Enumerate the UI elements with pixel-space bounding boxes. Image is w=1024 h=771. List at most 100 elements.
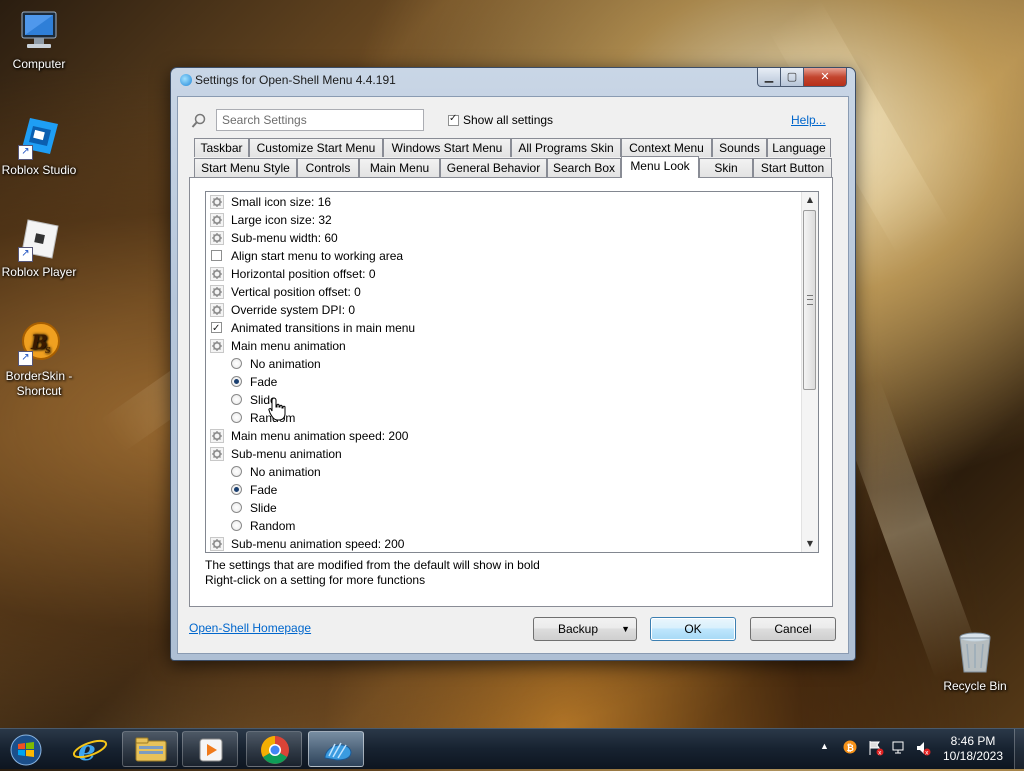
settings-row[interactable]: Sub-menu animation [206, 445, 800, 463]
tab-main-menu[interactable]: Main Menu [359, 158, 440, 177]
scroll-thumb[interactable] [803, 210, 816, 390]
svg-text:x: x [878, 750, 882, 757]
settings-row[interactable]: Slide [206, 499, 800, 517]
settings-row[interactable]: Main menu animation speed: 200 [206, 427, 800, 445]
settings-row[interactable]: Fade [206, 481, 800, 499]
show-hidden-icons-button[interactable]: ▲ [820, 741, 829, 751]
search-icon [191, 113, 207, 129]
tab-all-programs-skin[interactable]: All Programs Skin [511, 138, 621, 157]
tab-customize-start-menu[interactable]: Customize Start Menu [249, 138, 383, 157]
tab-windows-start-menu[interactable]: Windows Start Menu [383, 138, 511, 157]
windows-orb-icon [10, 734, 42, 766]
tab-skin[interactable]: Skin [699, 158, 753, 177]
maximize-button[interactable]: ▢ [780, 68, 804, 87]
show-all-settings-label: Show all settings [463, 113, 554, 127]
title-bar[interactable]: Settings for Open-Shell Menu 4.4.191 ▁ ▢… [171, 68, 855, 92]
start-button[interactable] [4, 731, 44, 767]
taskbar-chrome[interactable] [246, 731, 302, 767]
setting-label: Large icon size: 32 [231, 213, 332, 227]
settings-row[interactable]: Large icon size: 32 [206, 211, 800, 229]
show-all-settings-checkbox[interactable]: Show all settings [448, 113, 553, 127]
setting-label: No animation [250, 465, 321, 479]
tab-controls[interactable]: Controls [297, 158, 359, 177]
setting-radio[interactable] [231, 394, 242, 405]
setting-label: Main menu animation speed: 200 [231, 429, 409, 443]
window-title: Settings for Open-Shell Menu 4.4.191 [195, 73, 396, 87]
setting-radio[interactable] [231, 520, 242, 531]
settings-row[interactable]: No animation [206, 355, 800, 373]
desktop-icon-roblox-player[interactable]: ↗ Roblox Player [0, 216, 78, 280]
backup-button[interactable]: Backup ▼ [533, 617, 637, 641]
shortcut-arrow-icon: ↗ [18, 351, 33, 366]
tab-general-behavior[interactable]: General Behavior [440, 158, 547, 177]
scroll-up-arrow[interactable]: ▲ [802, 192, 818, 208]
setting-gear-icon [210, 195, 224, 209]
tab-start-button[interactable]: Start Button [753, 158, 832, 177]
setting-gear-icon [210, 447, 224, 461]
setting-label: Fade [250, 375, 278, 389]
settings-row[interactable]: Random [206, 517, 800, 535]
tab-taskbar[interactable]: Taskbar [194, 138, 249, 157]
settings-row[interactable]: Animated transitions in main menu [206, 319, 800, 338]
settings-row[interactable]: Horizontal position offset: 0 [206, 265, 800, 283]
desktop-icon-recycle-bin[interactable]: Recycle Bin [936, 630, 1014, 694]
help-link[interactable]: Help... [791, 113, 826, 127]
tab-menu-look[interactable]: Menu Look [621, 156, 699, 178]
settings-row[interactable]: No animation [206, 463, 800, 481]
setting-radio[interactable] [231, 466, 242, 477]
taskbar-media-player[interactable] [182, 731, 238, 767]
tray-network-icon[interactable] [891, 740, 907, 759]
computer-icon [16, 8, 62, 54]
settings-row[interactable]: Random [206, 409, 800, 427]
setting-gear-icon [210, 537, 224, 551]
desktop-icon-roblox-studio[interactable]: ↗ Roblox Studio [0, 114, 78, 178]
setting-radio[interactable] [231, 358, 242, 369]
scroll-down-arrow[interactable]: ▼ [802, 536, 818, 552]
settings-row[interactable]: Sub-menu width: 60 [206, 229, 800, 247]
settings-row[interactable]: Override system DPI: 0 [206, 301, 800, 319]
menu-look-panel: ▲ ▼ Small icon size: 16 Large icon size: … [189, 177, 833, 607]
setting-radio[interactable] [231, 376, 242, 387]
roblox-player-icon: ↗ [16, 216, 62, 262]
settings-row[interactable]: Align start menu to working area [206, 247, 800, 265]
tab-start-menu-style[interactable]: Start Menu Style [194, 158, 297, 177]
tab-search-box[interactable]: Search Box [547, 158, 621, 177]
setting-checkbox[interactable] [211, 250, 222, 261]
desktop-icon-label: Roblox Player [1, 265, 77, 279]
open-shell-homepage-link[interactable]: Open-Shell Homepage [189, 621, 311, 635]
search-settings-input[interactable]: Search Settings [216, 109, 424, 131]
taskbar-clock[interactable]: 8:46 PM 10/18/2023 [940, 734, 1006, 764]
tab-language[interactable]: Language [767, 138, 831, 157]
tray-action-center-icon[interactable]: x [868, 740, 884, 759]
tray-bitcoin-icon[interactable]: ₿ [843, 740, 857, 757]
settings-row[interactable]: Main menu animation [206, 337, 800, 355]
setting-radio[interactable] [231, 484, 242, 495]
setting-checkbox[interactable] [211, 320, 222, 338]
desktop-icon-borderskin[interactable]: B s ↗ BorderSkin - Shortcut [0, 320, 78, 399]
checkbox-box[interactable] [448, 113, 459, 127]
setting-radio[interactable] [231, 502, 242, 513]
tray-volume-muted-icon[interactable]: x [915, 740, 931, 759]
ok-button[interactable]: OK [650, 617, 736, 641]
cancel-button[interactable]: Cancel [750, 617, 836, 641]
tab-sounds[interactable]: Sounds [712, 138, 767, 157]
settings-row[interactable]: Sub-menu animation speed: 200 [206, 535, 800, 552]
setting-gear-icon [210, 303, 224, 317]
tab-context-menu[interactable]: Context Menu [621, 138, 712, 157]
desktop-icon-computer[interactable]: Computer [0, 8, 78, 72]
vertical-scrollbar[interactable]: ▲ ▼ [801, 192, 818, 552]
minimize-button[interactable]: ▁ [757, 68, 781, 87]
settings-row[interactable]: Slide [206, 391, 800, 409]
settings-row[interactable]: Small icon size: 16 [206, 193, 800, 211]
show-desktop-button[interactable] [1014, 729, 1024, 769]
settings-row[interactable]: Vertical position offset: 0 [206, 283, 800, 301]
taskbar-open-shell-settings[interactable] [308, 731, 364, 767]
taskbar-file-explorer[interactable] [122, 731, 178, 767]
taskbar-internet-explorer[interactable]: e [62, 731, 118, 767]
setting-radio[interactable] [231, 412, 242, 423]
settings-list[interactable]: ▲ ▼ Small icon size: 16 Large icon size: … [205, 191, 819, 553]
shortcut-arrow-icon: ↗ [18, 145, 33, 160]
settings-row[interactable]: Fade [206, 373, 800, 391]
close-button[interactable]: ✕ [803, 68, 847, 87]
svg-text:s: s [45, 343, 51, 356]
